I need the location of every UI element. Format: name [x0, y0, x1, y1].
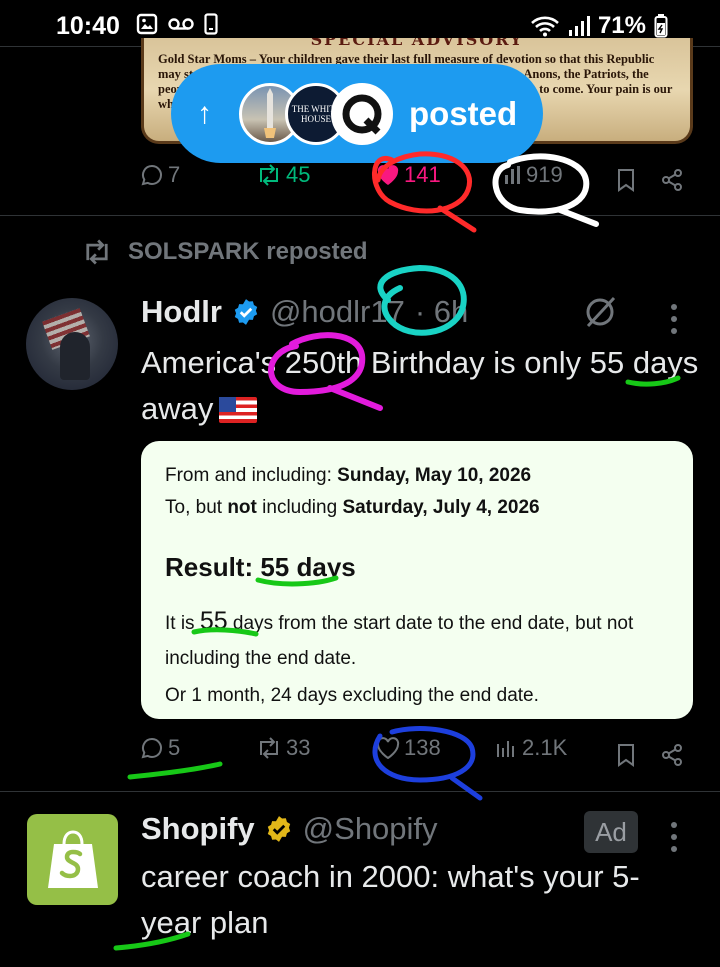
result-alt: Or 1 month, 24 days excluding the end da…	[165, 685, 539, 706]
grok-icon[interactable]	[582, 294, 618, 330]
author-handle[interactable]: @Shopify	[303, 811, 438, 847]
battery-icon	[654, 14, 668, 38]
reply-button[interactable]: 5	[140, 735, 180, 761]
result-line: Result: 55 days	[165, 552, 356, 582]
bookmark-icon[interactable]	[616, 743, 636, 767]
tweet-text: America's 250th Birthday is only 55 days…	[141, 345, 699, 426]
more-options-icon[interactable]	[669, 822, 679, 852]
signal-icon	[568, 16, 590, 36]
shopify-logo-icon[interactable]	[27, 814, 118, 905]
attached-image[interactable]: From and including: Sunday, May 10, 2026…	[141, 441, 693, 719]
like-button[interactable]: 141	[376, 162, 441, 188]
repost-icon	[260, 737, 278, 759]
share-icon[interactable]	[660, 168, 684, 192]
bookmark-icon[interactable]	[616, 168, 636, 192]
repost-button[interactable]: 33	[256, 735, 310, 761]
repost-icon	[86, 239, 108, 265]
action-bar: 5 33 138 2.1K	[140, 735, 700, 775]
arrow-up-icon: ↑	[197, 96, 212, 130]
avatar[interactable]	[26, 298, 118, 390]
heart-icon	[376, 737, 400, 759]
like-button[interactable]: 138	[376, 735, 441, 761]
views-button[interactable]: 2.1K	[496, 735, 567, 761]
views-icon	[497, 741, 514, 757]
author-name[interactable]: Hodlr	[141, 294, 222, 330]
reply-icon	[141, 164, 163, 186]
gallery-icon	[136, 13, 158, 35]
repost-label: SOLSPARK reposted	[128, 238, 368, 265]
repost-icon	[260, 164, 278, 186]
share-icon[interactable]	[660, 743, 684, 767]
avatar	[331, 82, 393, 145]
to-line: To, but not including Saturday, July 4, …	[165, 497, 540, 518]
divider	[0, 791, 720, 792]
voicemail-icon	[168, 18, 194, 30]
author-name[interactable]: Shopify	[141, 811, 255, 847]
more-options-icon[interactable]	[669, 304, 679, 334]
reply-button[interactable]: 7	[140, 162, 180, 188]
from-line: From and including: Sunday, May 10, 2026	[165, 465, 532, 486]
repost-button[interactable]: 45	[256, 162, 310, 188]
phone-icon	[204, 13, 218, 35]
wifi-icon	[531, 16, 559, 37]
verified-badge-icon	[234, 299, 258, 325]
post-time: · 6h	[414, 294, 469, 329]
verified-gold-badge-icon	[267, 816, 290, 842]
pill-label: posted	[409, 94, 518, 132]
author-handle[interactable]: @hodlr17	[270, 294, 405, 330]
action-bar: 7 45 141 919	[140, 162, 700, 202]
result-detail: It is 55 days from the start date to the…	[165, 607, 634, 669]
tweet-header: Hodlr @hodlr17 · 6h	[141, 294, 468, 330]
repost-context[interactable]: SOLSPARK reposted	[82, 238, 368, 266]
new-posts-pill[interactable]: ↑ THE WHITE HOUSE posted	[171, 64, 543, 163]
heart-icon	[377, 165, 399, 185]
us-flag-icon	[219, 397, 258, 423]
views-button[interactable]: 919	[504, 162, 563, 188]
divider	[0, 215, 720, 216]
image-heading: SPECIAL ADVISORY	[310, 38, 524, 49]
ad-text: career coach in 2000: what's your 5-year…	[141, 859, 640, 940]
ad-badge: Ad	[584, 811, 638, 853]
reply-icon	[141, 737, 163, 759]
views-icon	[505, 166, 520, 184]
battery-percent: 71%	[597, 12, 646, 39]
ad-header: Shopify @Shopify	[141, 811, 438, 847]
status-time: 10:40	[56, 12, 120, 40]
